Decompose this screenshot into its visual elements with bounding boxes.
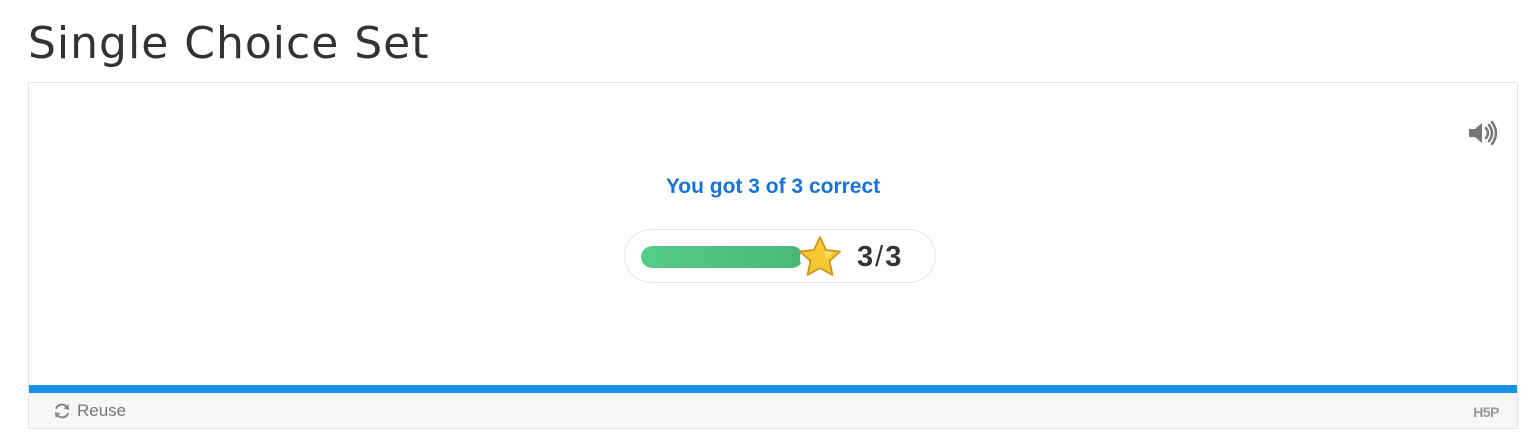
score-separator: / — [875, 241, 884, 273]
score-text: 3/3 — [857, 240, 901, 274]
h5p-content-frame: You got 3 of 3 correct 3/3 Reuse H5P — [28, 82, 1518, 429]
progress-strip — [29, 385, 1517, 393]
reuse-button[interactable]: Reuse — [53, 401, 126, 421]
refresh-icon — [55, 403, 69, 419]
score-value: 3 — [857, 241, 874, 273]
score-progress-track — [641, 246, 803, 268]
page-title: Single Choice Set — [28, 18, 430, 69]
speaker-icon — [1469, 120, 1498, 146]
footer-bar: Reuse H5P — [29, 393, 1517, 428]
star-icon — [799, 236, 841, 278]
reuse-label: Reuse — [77, 401, 127, 420]
score-bar: 3/3 — [624, 229, 936, 283]
max-score-value: 3 — [885, 241, 902, 273]
h5p-logo[interactable]: H5P — [1473, 404, 1499, 420]
audio-toggle-button[interactable] — [1467, 119, 1499, 147]
score-progress-fill — [641, 246, 803, 268]
result-feedback: You got 3 of 3 correct — [665, 175, 881, 198]
